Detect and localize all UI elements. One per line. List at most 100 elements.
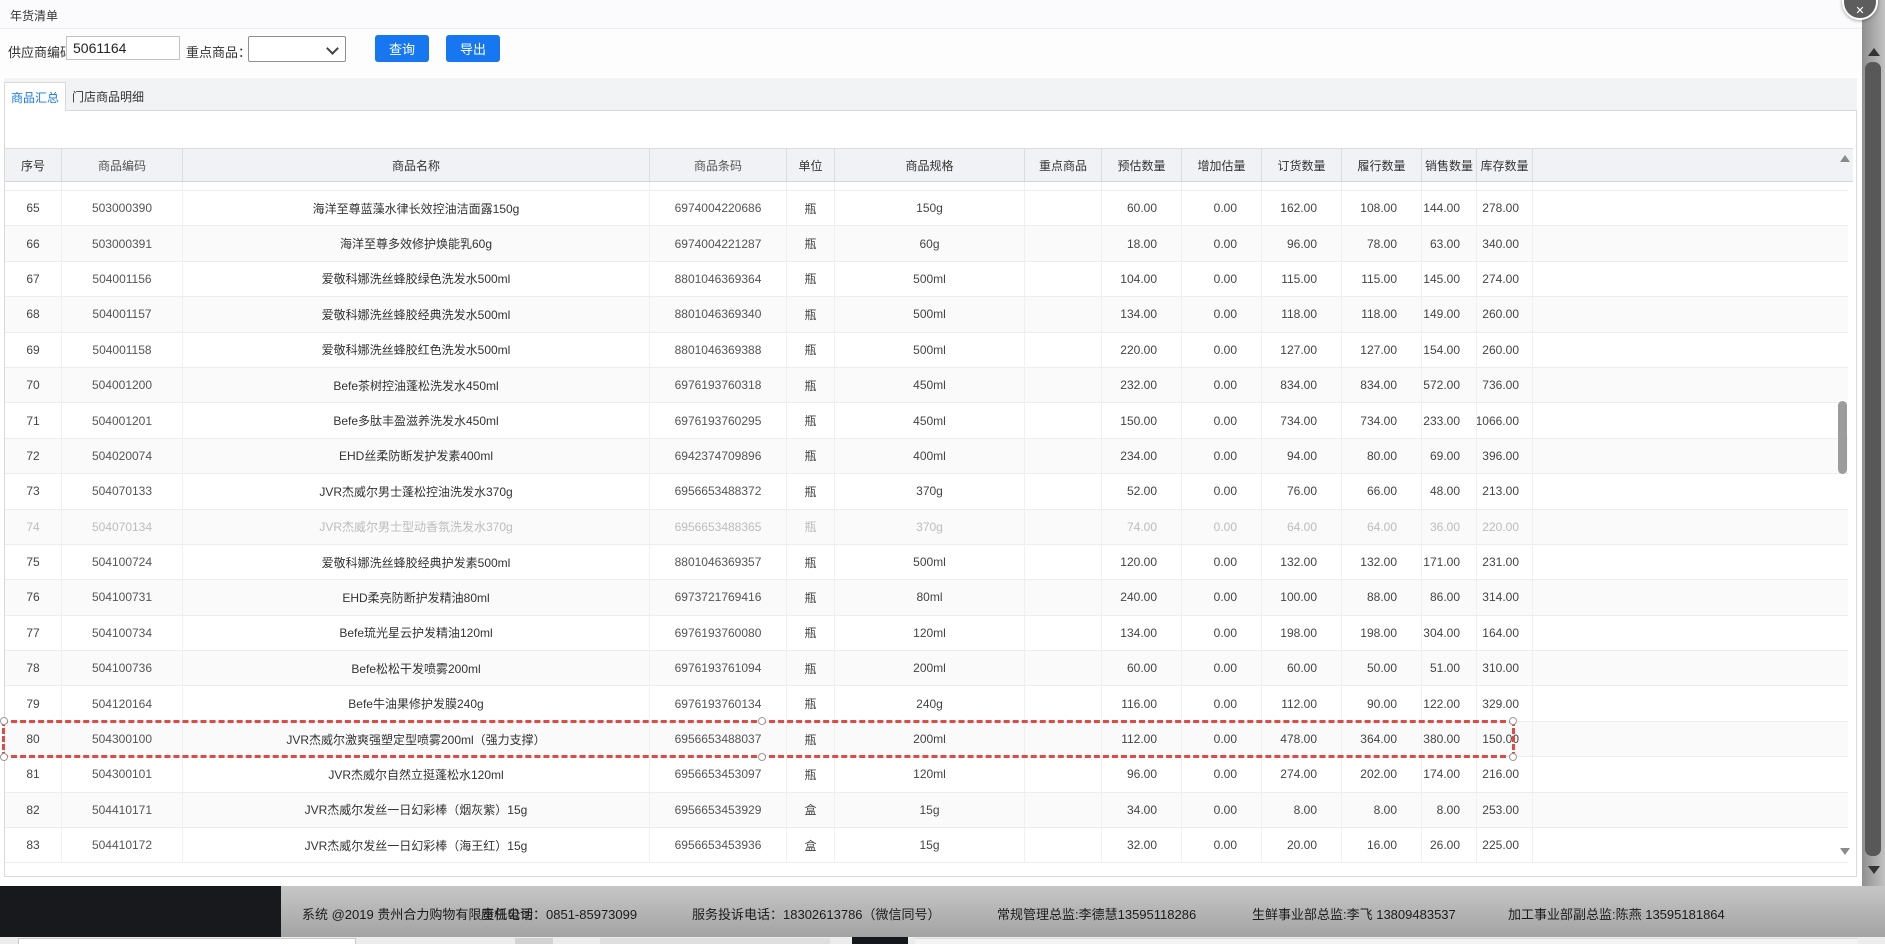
table-row[interactable]: 75504100724爱敬科娜洗丝蜂胶经典护发素500ml88010463693… [5, 545, 1848, 580]
cell-est: 120.00 [1102, 545, 1182, 579]
page-scrollbar-thumb[interactable] [1865, 62, 1881, 856]
column-header-sale[interactable]: 销售数量 [1422, 149, 1477, 181]
cell-stock: 220.00 [1477, 510, 1533, 544]
cell-add: 0.00 [1182, 793, 1262, 827]
cell-add: 0.00 [1182, 368, 1262, 402]
cell-sale: 36.00 [1422, 510, 1477, 544]
table-row[interactable]: 79504120164Befe牛油果修护发膜240g6976193760134瓶… [5, 686, 1848, 721]
table-row[interactable]: 70504001200Befe茶树控油蓬松洗发水450ml69761937603… [5, 368, 1848, 403]
column-header-stock[interactable]: 库存数量 [1477, 149, 1533, 181]
cell-sale [1422, 182, 1477, 190]
table-row[interactable]: 76504100731EHD柔亮防断护发精油80ml6973721769416瓶… [5, 580, 1848, 615]
column-header-order[interactable]: 订货数量 [1262, 149, 1342, 181]
cell-add: 0.00 [1182, 226, 1262, 260]
cell-est: 52.00 [1102, 474, 1182, 508]
cell-key [1025, 510, 1102, 544]
cell-name: JVR杰威尔男士蓬松控油洗发水370g [183, 474, 650, 508]
cell-stock: 164.00 [1477, 616, 1533, 650]
table-row[interactable]: 67504001156爱敬科娜洗丝蜂胶绿色洗发水500ml88010463693… [5, 262, 1848, 297]
cell-unit: 盒 [787, 793, 835, 827]
key-product-select[interactable] [248, 36, 346, 62]
cell-fulfill: 115.00 [1342, 262, 1422, 296]
cell-sale: 63.00 [1422, 226, 1477, 260]
table-row[interactable]: 72504020074EHD丝柔防断发护发素400ml6942374709896… [5, 439, 1848, 474]
cell-barcode: 6956653453097 [650, 757, 787, 791]
cell-code: 504300101 [62, 757, 183, 791]
table-row[interactable]: 81504300101JVR杰威尔自然立挺蓬松水120ml69566534530… [5, 757, 1848, 792]
cell-filler [1533, 686, 1848, 720]
page-scroll-up-icon[interactable] [1868, 48, 1880, 56]
table-row[interactable]: 73504070133JVR杰威尔男士蓬松控油洗发水370g6956653488… [5, 474, 1848, 509]
cell-key [1025, 828, 1102, 862]
table-row[interactable]: 68504001157爱敬科娜洗丝蜂胶经典洗发水500ml88010463693… [5, 297, 1848, 332]
selection-handle [0, 717, 8, 725]
column-header-fulfill[interactable]: 履行数量 [1342, 149, 1422, 181]
table-row[interactable]: 65503000390海洋至尊蓝藻水律长效控油洁面露150g6974004220… [5, 191, 1848, 226]
cell-filler [1533, 510, 1848, 544]
cell-key [1025, 439, 1102, 473]
table-scroll-down-icon[interactable] [1840, 848, 1850, 855]
cell-filler [1533, 545, 1848, 579]
table-row[interactable]: 83504410172JVR杰威尔发丝一日幻彩棒（海王红）15g69566534… [5, 828, 1848, 863]
column-header-code[interactable]: 商品编码 [62, 149, 183, 181]
cell-sale: 86.00 [1422, 580, 1477, 614]
cell-unit: 瓶 [787, 651, 835, 685]
cell-name [183, 182, 650, 190]
cell-stock: 231.00 [1477, 545, 1533, 579]
table-row[interactable]: 71504001201Befe多肽丰盈滋养洗发水450ml69761937602… [5, 403, 1848, 438]
query-button[interactable]: 查询 [375, 35, 429, 62]
cell-index: 75 [5, 545, 62, 579]
cell-index: 65 [5, 191, 62, 225]
table-row[interactable]: 69504001158爱敬科娜洗丝蜂胶红色洗发水500ml88010463693… [5, 333, 1848, 368]
cell-name: 爱敬科娜洗丝蜂胶经典护发素500ml [183, 545, 650, 579]
footer-service-phone-text: 服务投诉电话：18302613786（微信同号） [692, 904, 941, 923]
column-header-est[interactable]: 预估数量 [1102, 149, 1182, 181]
cell-order: 96.00 [1262, 226, 1342, 260]
table-row[interactable]: 78504100736Befe松松干发喷雾200ml6976193761094瓶… [5, 651, 1848, 686]
supplier-code-input[interactable] [66, 36, 180, 60]
page-scroll-down-icon[interactable] [1868, 866, 1880, 874]
cell-fulfill: 78.00 [1342, 226, 1422, 260]
cell-barcode: 6976193760295 [650, 403, 787, 437]
cell-spec: 370g [835, 510, 1025, 544]
table-row[interactable]: 77504100734Befe琉光星云护发精油120ml697619376008… [5, 616, 1848, 651]
cell-sale: 304.00 [1422, 616, 1477, 650]
cell-stock: 213.00 [1477, 474, 1533, 508]
table-scrollbar-thumb[interactable] [1838, 401, 1847, 474]
column-header-index[interactable]: 序号 [5, 149, 62, 181]
cell-code: 504410171 [62, 793, 183, 827]
cell-order: 64.00 [1262, 510, 1342, 544]
cell-order: 112.00 [1262, 686, 1342, 720]
table-row[interactable]: 82504410171JVR杰威尔发丝一日幻彩棒（烟灰紫）15g69566534… [5, 793, 1848, 828]
column-header-name[interactable]: 商品名称 [183, 149, 650, 181]
tab-store-product-detail[interactable]: 门店商品明细 [66, 82, 150, 110]
cell-code: 504001156 [62, 262, 183, 296]
cell-add: 0.00 [1182, 580, 1262, 614]
export-button[interactable]: 导出 [446, 35, 500, 62]
cell-code: 503000391 [62, 226, 183, 260]
cell-unit: 瓶 [787, 757, 835, 791]
column-header-spec[interactable]: 商品规格 [835, 149, 1025, 181]
cell-key [1025, 182, 1102, 190]
selection-handle [1509, 717, 1517, 725]
cell-fulfill: 132.00 [1342, 545, 1422, 579]
column-header-barcode[interactable]: 商品条码 [650, 149, 787, 181]
table-scroll-up-icon[interactable] [1840, 155, 1850, 162]
cell-key [1025, 757, 1102, 791]
cell-barcode: 6974004220686 [650, 191, 787, 225]
cell-order: 132.00 [1262, 545, 1342, 579]
tab-product-summary[interactable]: 商品汇总 [4, 82, 66, 111]
chevron-down-icon [326, 42, 339, 55]
cell-est [1102, 182, 1182, 190]
table-row[interactable]: 74504070134JVR杰威尔男士型动香氛洗发水370g6956653488… [5, 510, 1848, 545]
cell-unit: 瓶 [787, 226, 835, 260]
cell-barcode: 8801046369357 [650, 545, 787, 579]
cell-index: 73 [5, 474, 62, 508]
cell-index: 83 [5, 828, 62, 862]
column-header-key[interactable]: 重点商品 [1025, 149, 1102, 181]
column-header-add[interactable]: 增加估量 [1182, 149, 1262, 181]
column-header-unit[interactable]: 单位 [787, 149, 835, 181]
footer-director3-text: 加工事业部副总监:陈燕 13595181864 [1508, 904, 1725, 923]
table-row[interactable]: 66503000391海洋至尊多效修护焕能乳60g6974004221287瓶6… [5, 226, 1848, 261]
cell-order: 100.00 [1262, 580, 1342, 614]
